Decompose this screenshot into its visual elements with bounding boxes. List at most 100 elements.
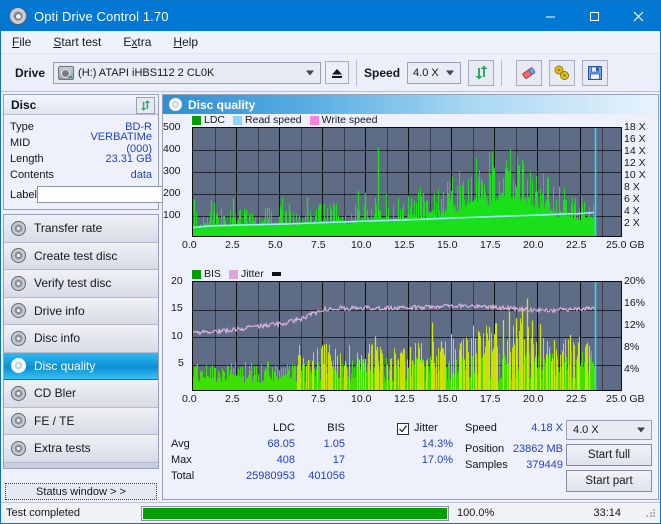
ldc-xtick-20: 20.0 [523, 239, 544, 251]
window-controls [528, 1, 660, 31]
start-full-button[interactable]: Start full [566, 444, 652, 466]
toolbar: Drive (H:) ATAPI iHBS112 2 CL0K Speed 4.… [1, 54, 660, 92]
bis-y2tick-20pct: 20% [624, 275, 646, 287]
page-title: Disc quality [188, 97, 256, 112]
bis-jitter-chart: BIS Jitter 20 15 10 5 20% 16% 12% 8% 4% … [163, 268, 658, 418]
eject-button[interactable] [325, 61, 350, 84]
resize-grip[interactable] [645, 507, 657, 519]
bis-ytick-5: 5 [178, 357, 184, 369]
disc-info-rows: Type BD-R MID VERBATIMe (000) Length 23.… [4, 115, 238, 204]
ldc-chart: LDC Read speed Write speed 500 400 300 2… [163, 114, 658, 254]
sidebar-item-cd-bler[interactable]: CD Bler [4, 380, 158, 408]
ldc-ytick-500: 500 [163, 121, 181, 133]
disc-icon [169, 98, 182, 111]
bis-xtick-10: 10.0 [351, 393, 372, 405]
app-disc-icon [9, 7, 27, 25]
chevron-down-icon [446, 70, 455, 75]
refresh-button[interactable] [468, 59, 495, 86]
bis-xtick-12_5: 12.5 [394, 393, 415, 405]
sidebar-item-disc-quality[interactable]: Disc quality [4, 352, 158, 380]
disc-panel: Disc Type BD-R MID VERBATIMe (000) Lengt… [3, 94, 238, 210]
toolbar-divider-2 [501, 59, 503, 86]
content-header: Disc quality [163, 95, 658, 114]
sidebar-item-extra-tests[interactable]: Extra tests [4, 435, 158, 463]
bis-y2tick-4pct: 4% [624, 363, 640, 375]
jitter-checkbox[interactable] [397, 423, 409, 435]
elapsed-time: 33:14 [593, 507, 621, 519]
status-text: Test completed [6, 507, 80, 519]
menu-start-test[interactable]: Start test [42, 33, 112, 51]
drive-select-value: (H:) ATAPI iHBS112 2 CL0K [78, 66, 215, 79]
stats-row-total-ldc: 25980953 [246, 470, 295, 482]
samples-stat-value: 379449 [526, 459, 563, 471]
legend-swatch-write-speed [309, 115, 319, 125]
ldc-xtick-12_5: 12.5 [394, 239, 415, 251]
ldc-y2tick-12x: 12 X [624, 157, 646, 169]
bis-xtick-7_5: 7.5 [311, 393, 326, 405]
close-icon[interactable] [616, 1, 660, 31]
test-speed-select-value: 4.0 X [573, 424, 599, 436]
sidebar-item-transfer-rate[interactable]: Transfer rate [4, 215, 158, 243]
sidebar-item-drive-info[interactable]: Drive info [4, 297, 158, 325]
jitter-line [193, 303, 596, 336]
legend-swatch-read-speed [233, 115, 243, 125]
legend-label-read-speed: Read speed [245, 114, 302, 126]
sidebar-item-verify-test-disc[interactable]: Verify test disc [4, 270, 158, 298]
content-panel: Disc quality LDC Read speed Write speed … [162, 94, 659, 500]
ldc-xtick-7_5: 7.5 [311, 239, 326, 251]
bis-xtick-20: 20.0 [523, 393, 544, 405]
disc-icon [11, 220, 26, 236]
disc-icon [11, 413, 26, 429]
ldc-ytick-100: 100 [163, 209, 181, 221]
legend-label-ldc: LDC [204, 114, 226, 126]
speed-stat-value: 4.18 X [531, 422, 563, 434]
sidebar-item-create-test-disc[interactable]: Create test disc [4, 242, 158, 270]
chart-svg [193, 128, 621, 236]
bis-ytick-15: 15 [171, 302, 183, 314]
sidebar-item-disc-info[interactable]: Disc info [4, 325, 158, 353]
bis-ytick-10: 10 [171, 330, 183, 342]
menu-extra[interactable]: Extra [112, 33, 162, 51]
start-part-button[interactable]: Start part [566, 470, 652, 492]
ldc-chart-legend: LDC Read speed Write speed [192, 114, 383, 126]
test-speed-select[interactable]: 4.0 X [566, 420, 652, 440]
disc-key-contents: Contents [10, 169, 55, 181]
sidebar-item-label: Transfer rate [34, 221, 103, 236]
jitter-max-value: 17.0% [421, 454, 453, 466]
ldc-y2tick-16x: 16 X [624, 133, 646, 145]
ldc-ytick-200: 200 [163, 187, 181, 199]
disc-key-type: Type [10, 121, 34, 133]
ldc-plot-area [192, 127, 622, 237]
stats-col-ldc: LDC [272, 422, 295, 434]
bis-chart-legend: BIS Jitter [192, 268, 281, 280]
legend-label-bis: BIS [204, 268, 221, 280]
menu-file[interactable]: FFileile [1, 33, 42, 51]
ldc-y2tick-4x: 4 X [624, 205, 640, 217]
drive-label: Drive [15, 65, 46, 80]
disc-panel-title: Disc [11, 97, 37, 112]
sidebar-item-fe-te[interactable]: FE / TE [4, 407, 158, 435]
disc-label-key: Label [10, 188, 37, 201]
ldc-y2tick-14x: 14 X [624, 145, 646, 157]
legend-swatch-bis [192, 269, 201, 279]
disc-icon [11, 385, 26, 401]
disc-icon [11, 275, 26, 291]
maximize-icon[interactable] [572, 1, 616, 31]
bis-xtick-22_5: 22.5 [566, 393, 587, 405]
jitter-label: Jitter [414, 422, 438, 434]
tools-button[interactable] [549, 59, 576, 86]
disc-refresh-button[interactable] [136, 97, 155, 114]
save-button[interactable] [582, 59, 609, 86]
status-window-button[interactable]: Status window > > [5, 483, 157, 500]
ldc-xtick-2_5: 2.5 [225, 239, 240, 251]
drive-select[interactable]: (H:) ATAPI iHBS112 2 CL0K [53, 61, 322, 84]
ldc-y2tick-8x: 8 X [624, 181, 640, 193]
progress-bar-fill [143, 507, 447, 519]
minimize-icon[interactable] [528, 1, 572, 31]
ldc-xtick-17_5: 17.5 [480, 239, 501, 251]
speed-select[interactable]: 4.0 X [407, 61, 462, 84]
eraser-button[interactable] [516, 59, 543, 86]
menu-help[interactable]: Help [162, 33, 209, 51]
disc-icon [11, 330, 26, 346]
bis-y2tick-16pct: 16% [624, 297, 646, 309]
